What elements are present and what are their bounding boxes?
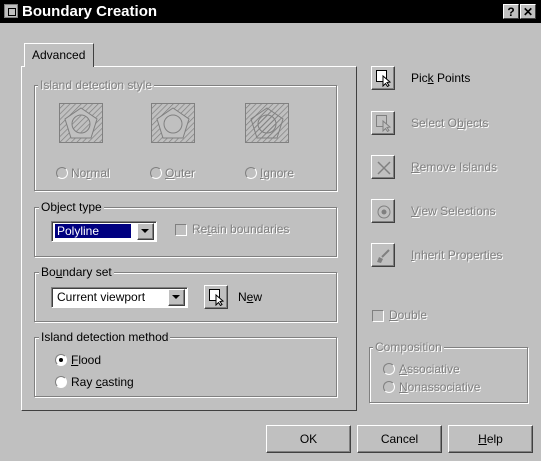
associative-radio[interactable] bbox=[383, 363, 395, 375]
tab-advanced[interactable]: Advanced bbox=[24, 43, 94, 67]
paintbrush-icon bbox=[377, 249, 390, 263]
inherit-properties-button[interactable] bbox=[371, 243, 395, 267]
new-label: New bbox=[238, 290, 263, 304]
boundary-set-select[interactable]: Current viewport bbox=[51, 287, 188, 308]
ignore-style-image bbox=[245, 103, 289, 143]
object-type-dropdown-button[interactable] bbox=[137, 223, 154, 240]
select-objects-button[interactable] bbox=[371, 111, 395, 135]
ok-button[interactable]: OK bbox=[266, 425, 351, 453]
flood-label: Flood bbox=[71, 353, 102, 367]
retain-boundaries-label: Retain boundaries bbox=[192, 222, 290, 236]
retain-boundaries-checkbox[interactable] bbox=[175, 224, 187, 236]
ray-casting-radio[interactable] bbox=[55, 376, 67, 388]
normal-style-image bbox=[59, 103, 103, 143]
cancel-button[interactable]: Cancel bbox=[357, 425, 442, 453]
view-selections-label: View Selections bbox=[411, 204, 496, 218]
help-title-button[interactable]: ? bbox=[503, 4, 519, 19]
tab-advanced-label: Advanced bbox=[32, 48, 86, 62]
ignore-radio[interactable] bbox=[245, 167, 257, 179]
normal-label: Normal bbox=[71, 166, 110, 180]
pick-points-label: Pick Points bbox=[411, 71, 471, 85]
double-checkbox[interactable] bbox=[372, 310, 384, 322]
close-button[interactable]: ✕ bbox=[520, 4, 536, 19]
nonassociative-radio[interactable] bbox=[383, 381, 395, 393]
normal-radio[interactable] bbox=[56, 167, 68, 179]
boundary-set-value: Current viewport bbox=[57, 290, 146, 304]
pick-cursor-icon bbox=[209, 289, 225, 306]
ignore-label: Ignore bbox=[260, 166, 295, 180]
chevron-down-icon bbox=[141, 229, 149, 233]
ray-casting-label: Ray casting bbox=[71, 375, 134, 389]
view-selections-button[interactable] bbox=[371, 199, 395, 223]
outer-radio[interactable] bbox=[150, 167, 162, 179]
associative-label: Associative bbox=[399, 362, 460, 376]
composition-label: Composition bbox=[373, 340, 444, 354]
detection-method-label: Island detection method bbox=[39, 330, 171, 344]
nonassociative-label: Nonassociative bbox=[399, 380, 481, 394]
outer-style-image bbox=[151, 103, 195, 143]
object-type-label: Object type bbox=[39, 200, 104, 214]
dialog-title: Boundary Creation bbox=[22, 3, 158, 20]
select-objects-icon bbox=[376, 115, 392, 132]
object-type-value: Polyline bbox=[57, 224, 100, 238]
object-type-select[interactable]: Polyline bbox=[51, 221, 157, 242]
outer-label: Outer bbox=[165, 166, 196, 180]
flood-radio[interactable] bbox=[55, 354, 67, 366]
island-style-label: Island detection style bbox=[38, 78, 155, 92]
remove-x-icon bbox=[377, 161, 391, 175]
select-objects-label: Select Objects bbox=[411, 116, 489, 130]
boundary-set-dropdown-button[interactable] bbox=[168, 289, 185, 306]
inherit-properties-label: Inherit Properties bbox=[411, 248, 503, 262]
double-label: Double bbox=[389, 308, 428, 322]
help-button[interactable]: Help bbox=[448, 425, 533, 453]
remove-islands-button[interactable] bbox=[371, 155, 395, 179]
new-boundary-set-button[interactable] bbox=[204, 285, 228, 309]
pick-points-button[interactable] bbox=[371, 66, 395, 90]
view-eye-icon bbox=[377, 205, 391, 219]
pick-points-icon bbox=[376, 70, 392, 87]
chevron-down-icon bbox=[172, 295, 180, 299]
boundary-set-label: Boundary set bbox=[39, 265, 114, 279]
remove-islands-label: Remove Islands bbox=[411, 160, 498, 174]
app-icon[interactable] bbox=[4, 4, 18, 18]
title-bar: Boundary Creation ? ✕ bbox=[0, 0, 541, 23]
